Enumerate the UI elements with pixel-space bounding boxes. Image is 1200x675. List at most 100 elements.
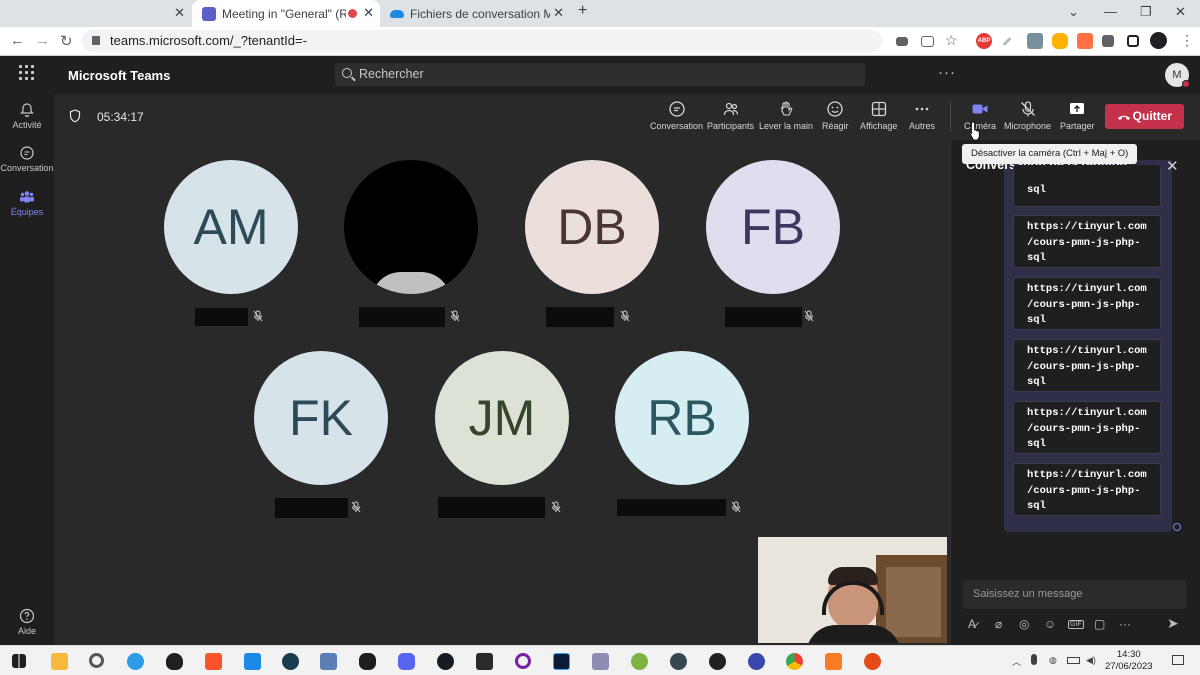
app-icon[interactable] [282,653,299,670]
button-label: Affichage [860,121,898,131]
emoji-icon[interactable]: ☺ [1044,617,1056,631]
conversation-button[interactable]: Conversation [650,100,703,131]
chat-message[interactable]: https://tinyurl.com /cours-pmn-js-php- s… [1013,215,1161,268]
sticker-icon[interactable]: ▢ [1094,617,1105,631]
close-icon[interactable]: ✕ [174,5,185,21]
windows-start-icon[interactable] [12,654,26,668]
forward-icon[interactable]: → [35,32,50,49]
shelf-glass [886,567,941,637]
view-button[interactable]: Affichage [860,100,897,131]
app-icon[interactable] [127,653,144,670]
loop-icon[interactable]: ◎ [1019,617,1029,631]
browser-tab-previous[interactable]: ✕ [0,0,190,27]
app-icon[interactable] [670,653,687,670]
close-chat-button[interactable]: ✕ [1166,157,1179,175]
chat-message[interactable]: https://tinyurl.com /cours-pmn-js-php- s… [1013,463,1161,516]
format-icon[interactable]: A̷ [968,617,976,631]
browser-tab-meeting[interactable]: Meeting in "General" (Réunio ✕ [192,0,380,27]
settings-more-button[interactable]: ··· [938,64,956,81]
tab-title: Fichiers de conversation Microso [410,6,550,21]
steam-icon[interactable] [437,653,454,670]
camera-extension-icon[interactable] [1027,33,1043,49]
system-clock[interactable]: 14:30 27/06/2023 [1105,649,1153,673]
rail-label: Aide [17,626,36,636]
photoshop-icon[interactable] [553,653,570,670]
browser-menu-icon[interactable]: ⋮ [1180,32,1194,49]
alienware-icon[interactable] [166,653,183,670]
rail-item-teams[interactable]: Équipes [0,189,54,217]
puzzle-icon[interactable] [1102,35,1114,47]
participant-avatar: AM [164,160,298,294]
bookmark-star-icon[interactable]: ☆ [945,32,958,49]
chat-message-partial[interactable]: sql [1013,165,1161,207]
search-input[interactable]: Rechercher [335,63,865,86]
epic-games-icon[interactable] [476,653,493,670]
back-icon[interactable]: ← [10,32,25,49]
self-video-preview[interactable] [758,537,947,643]
volume-icon[interactable]: ◀) [1086,655,1096,666]
browser-tab-files[interactable]: Fichiers de conversation Microso ✕ [380,0,570,27]
rail-item-chat[interactable]: Conversation [0,145,54,173]
close-window-button[interactable]: ✕ [1175,4,1186,20]
participant-name-redacted [438,497,545,518]
url-field[interactable]: teams.microsoft.com/_?tenantId=- [82,30,882,52]
network-icon[interactable]: ◍ [1049,655,1057,666]
minimize-button[interactable]: — [1104,4,1117,19]
gif-icon[interactable]: GIF [1068,620,1084,629]
react-button[interactable]: Réagir [822,100,849,131]
app-icon[interactable] [864,653,881,670]
people-icon [723,102,738,116]
tray-chevron-icon[interactable]: ︿ [1012,655,1021,668]
app-icon[interactable] [748,653,765,670]
app-icon[interactable] [631,653,648,670]
vscode-icon[interactable] [244,653,261,670]
file-explorer-icon[interactable] [51,653,68,670]
message-compose-input[interactable]: Saisissez un message [963,580,1186,609]
chat-message[interactable]: https://tinyurl.com /cours-pmn-js-php- s… [1013,339,1161,392]
battery-icon[interactable] [1067,657,1080,664]
brave-icon[interactable] [205,653,222,670]
chat-message[interactable]: https://tinyurl.com /cours-pmn-js-php- s… [1013,277,1161,330]
microphone-tray-icon[interactable] [1031,654,1037,665]
profile-avatar[interactable] [1150,32,1167,49]
camera-in-use-icon[interactable] [896,37,908,46]
more-options-icon[interactable]: ··· [1119,617,1131,631]
adblock-icon[interactable]: ABP [976,33,992,49]
chrome-icon[interactable] [786,653,803,670]
microphone-button[interactable]: Microphone [1004,100,1051,131]
attach-icon[interactable]: ⌀ [995,617,1002,631]
app-icon[interactable] [592,653,609,670]
settings-icon[interactable] [89,653,104,668]
chat-message[interactable]: https://tinyurl.com /cours-pmn-js-php- s… [1013,401,1161,454]
linux-icon[interactable] [359,653,376,670]
rail-item-help[interactable]: Aide [0,608,54,636]
close-icon[interactable]: ✕ [363,5,374,21]
reload-icon[interactable]: ↻ [60,32,73,50]
more-actions-button[interactable]: Autres [909,100,935,131]
rail-item-activity[interactable]: Activité [0,102,54,130]
brave-extension-icon[interactable] [1077,33,1093,49]
new-tab-button[interactable]: + [578,2,587,20]
xampp-icon[interactable] [825,653,842,670]
app-icon[interactable] [515,653,531,669]
leave-meeting-button[interactable]: Quitter [1105,104,1184,129]
participant-name-redacted [195,308,248,326]
discord-icon[interactable] [398,653,415,670]
hand-cursor-icon [969,121,980,141]
participants-button[interactable]: Participants [707,100,754,131]
participant-name-redacted [546,307,614,327]
pen-extension-icon[interactable] [1002,36,1012,47]
close-icon[interactable]: ✕ [553,5,564,21]
obs-icon[interactable] [709,653,726,670]
sidebar-icon[interactable] [1127,35,1139,47]
tab-search-icon[interactable]: ⌄ [1068,4,1079,20]
share-button[interactable]: Partager [1060,100,1095,131]
notifications-icon[interactable] [1172,655,1184,665]
cat-extension-icon[interactable] [1052,33,1068,49]
maximize-button[interactable]: ❐ [1140,4,1152,20]
app-icon[interactable] [320,653,337,670]
send-icon[interactable]: ➤ [1167,615,1179,632]
raise-hand-button[interactable]: Lever la main [759,100,813,131]
share-page-icon[interactable] [921,36,934,47]
app-launcher-icon[interactable] [19,65,35,81]
